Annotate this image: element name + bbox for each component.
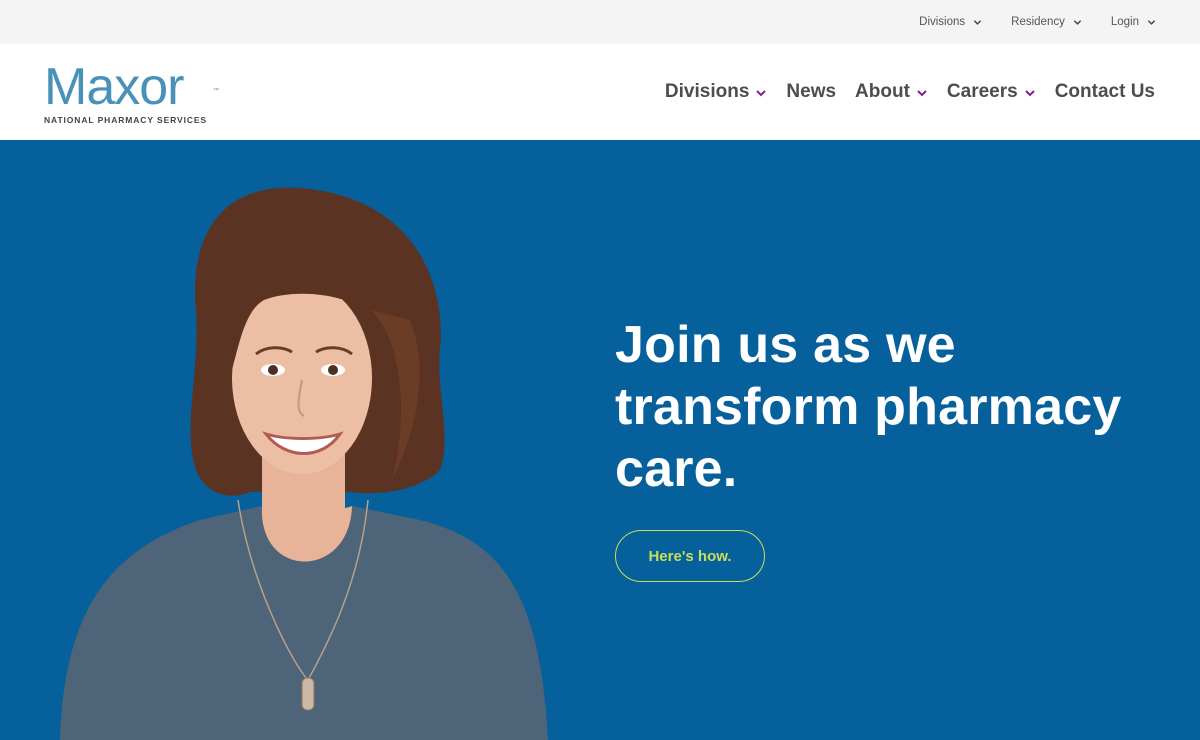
utility-residency-label: Residency <box>1011 16 1065 28</box>
heres-how-button[interactable]: Here's how. <box>615 530 765 582</box>
hero-heading: Join us as we transform pharmacy care. <box>615 314 1175 500</box>
nav-item-label: Divisions <box>664 81 750 102</box>
nav-item-label: About <box>855 81 910 102</box>
chevron-down-icon <box>1073 19 1082 25</box>
logo-trademark: ™ <box>213 88 220 94</box>
utility-bar: Divisions Residency Login <box>0 0 1200 44</box>
hero-heading-line-2: transform pharmacy <box>615 378 1122 436</box>
utility-divisions-dropdown[interactable]: Divisions <box>919 16 982 28</box>
nav-item-contact-us[interactable]: Contact Us <box>1055 81 1155 103</box>
utility-login-label: Login <box>1110 16 1139 28</box>
utility-divisions-label: Divisions <box>919 16 966 28</box>
chevron-down-icon <box>1024 90 1035 97</box>
logo-wordmark: Maxor ™ <box>44 58 220 116</box>
chevron-down-icon <box>917 90 927 97</box>
logo-tagline: NATIONAL PHARMACY SERVICES <box>44 115 208 125</box>
hero-text-block: Join us as we transform pharmacy care. H… <box>615 314 1175 582</box>
utility-residency-dropdown[interactable]: Residency <box>1011 16 1082 28</box>
hero-heading-line-3: care. <box>615 440 738 498</box>
main-header: Maxor ™ NATIONAL PHARMACY SERVICES Divisi… <box>0 44 1200 140</box>
main-nav: Divisions News About Careers Contact Us <box>646 81 1155 103</box>
hero-heading-line-1: Join us as we <box>615 316 956 374</box>
nav-item-about[interactable]: About <box>855 81 928 103</box>
nav-item-label: Contact Us <box>1054 81 1155 102</box>
hero-section: Join us as we transform pharmacy care. H… <box>0 140 1200 740</box>
nav-item-divisions[interactable]: Divisions <box>665 81 767 103</box>
chevron-down-icon <box>973 19 982 25</box>
hero-person-photo <box>60 187 548 740</box>
brand-logo[interactable]: Maxor ™ NATIONAL PHARMACY SERVICES <box>44 58 220 125</box>
nav-item-label: News <box>786 81 837 102</box>
nav-item-careers[interactable]: Careers <box>947 81 1036 103</box>
nav-item-label: Careers <box>946 81 1018 102</box>
chevron-down-icon <box>756 90 767 97</box>
utility-login-dropdown[interactable]: Login <box>1111 16 1156 28</box>
chevron-down-icon <box>1147 19 1156 25</box>
nav-item-news[interactable]: News <box>786 81 836 103</box>
